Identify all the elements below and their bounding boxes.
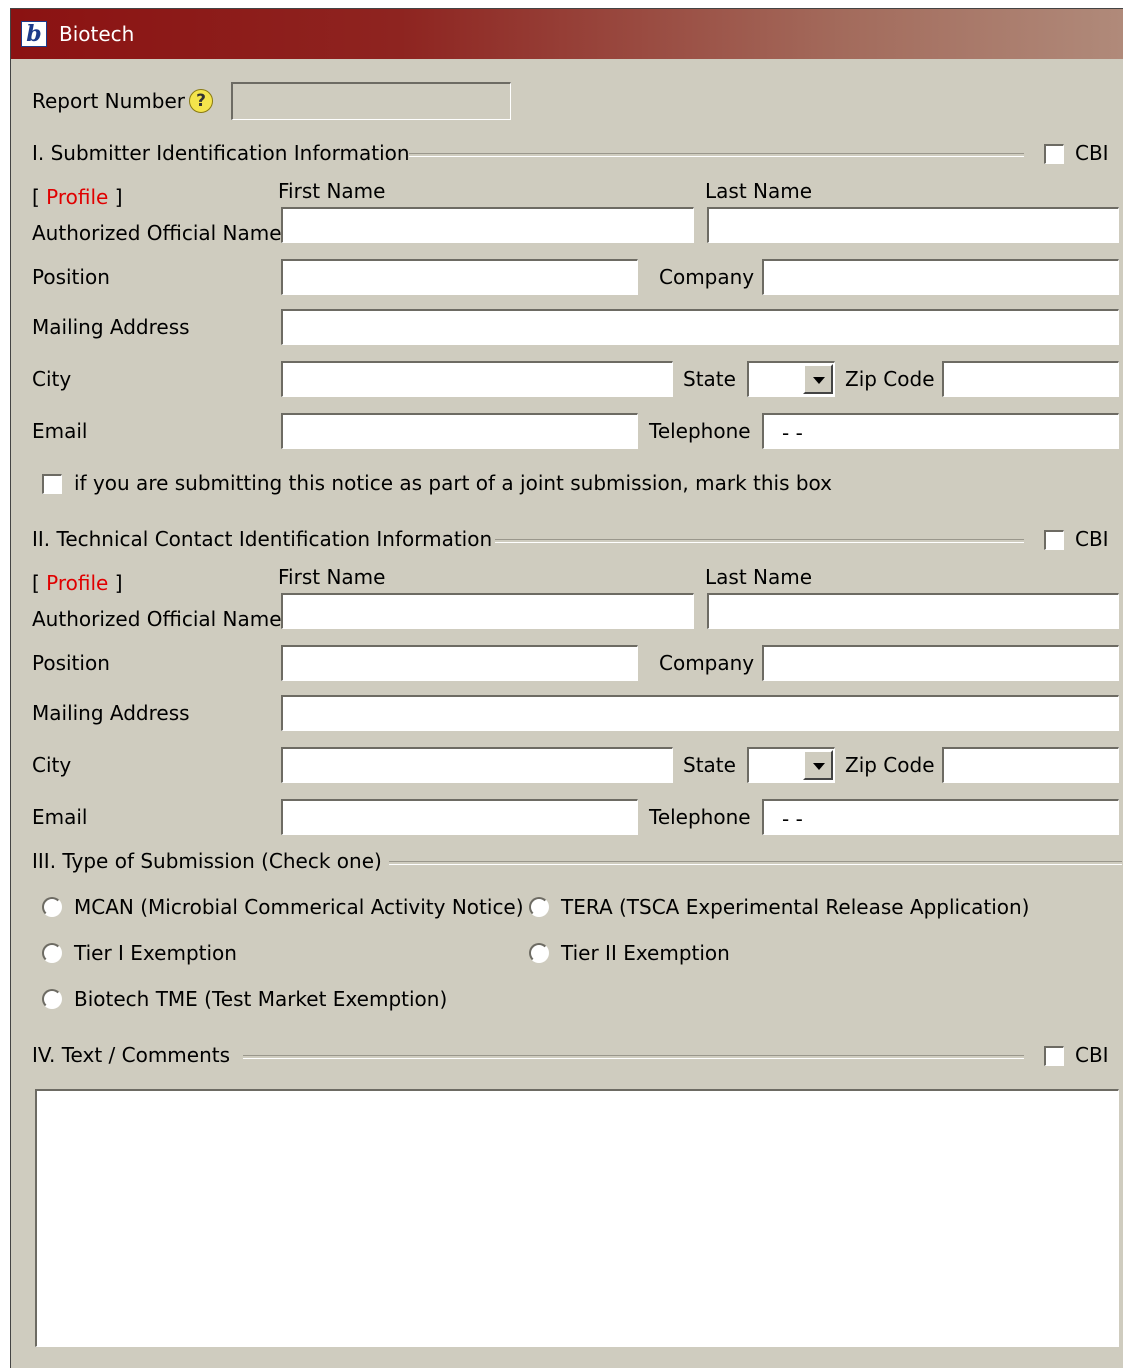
radio-tier-1-label: Tier I Exemption (74, 941, 237, 965)
email-label-1: Email (32, 419, 88, 443)
first-name-label-1: First Name (278, 179, 386, 203)
chevron-down-icon[interactable] (803, 750, 833, 780)
mailing-address-field-2[interactable] (281, 695, 1119, 731)
mailing-address-label-1: Mailing Address (32, 315, 190, 339)
joint-submission-checkbox[interactable] (42, 474, 62, 494)
position-label-2: Position (32, 651, 110, 675)
city-label-1: City (32, 367, 72, 391)
section-1-title: I. Submitter Identification Information (32, 141, 410, 165)
first-name-label-2: First Name (278, 565, 386, 589)
authorized-official-label-2: Authorized Official Name (32, 607, 282, 631)
email-field-2[interactable] (281, 799, 638, 835)
mailing-address-label-2: Mailing Address (32, 701, 190, 725)
section-1-divider (409, 153, 1024, 157)
telephone-label-1: Telephone (649, 419, 751, 443)
bracket-close: ] (114, 185, 123, 209)
section-2-cbi-label: CBI (1075, 527, 1109, 551)
radio-mcan-label: MCAN (Microbial Commerical Activity Noti… (74, 895, 524, 919)
telephone-mask-2: - - (782, 807, 803, 831)
city-field-2[interactable] (281, 747, 673, 783)
radio-tera-label: TERA (TSCA Experimental Release Applicat… (561, 895, 1030, 919)
section-3-divider (389, 861, 1122, 865)
authorized-official-label-1: Authorized Official Name (32, 221, 282, 245)
biotech-logo-icon: b (21, 21, 47, 47)
first-name-field-2[interactable] (281, 593, 694, 629)
zip-code-field-1[interactable] (942, 361, 1119, 397)
profile-link-text[interactable]: Profile (46, 185, 108, 209)
report-number-label: Report Number (32, 89, 185, 113)
telephone-mask-1: - - (782, 421, 803, 445)
position-field-2[interactable] (281, 645, 638, 681)
section-1-cbi-label: CBI (1075, 141, 1109, 165)
state-label-1: State (683, 367, 736, 391)
section-4-title: IV. Text / Comments (32, 1043, 231, 1067)
section-4-cbi-label: CBI (1075, 1043, 1109, 1067)
radio-tier-1[interactable] (42, 943, 62, 963)
profile-link-text[interactable]: Profile (46, 571, 108, 595)
bracket-open: [ (32, 185, 40, 209)
mailing-address-field-1[interactable] (281, 309, 1119, 345)
radio-tera[interactable] (529, 897, 549, 917)
radio-mcan[interactable] (42, 897, 62, 917)
first-name-field-1[interactable] (281, 207, 694, 243)
email-label-2: Email (32, 805, 88, 829)
radio-tier-2[interactable] (529, 943, 549, 963)
window-title: Biotech (59, 22, 135, 46)
company-field-1[interactable] (762, 259, 1119, 295)
email-field-1[interactable] (281, 413, 638, 449)
zip-code-field-2[interactable] (942, 747, 1119, 783)
title-bar: b Biotech (11, 9, 1123, 59)
section-4-divider (243, 1055, 1024, 1059)
last-name-field-2[interactable] (707, 593, 1119, 629)
radio-biotech-tme[interactable] (42, 989, 62, 1009)
telephone-label-2: Telephone (649, 805, 751, 829)
city-field-1[interactable] (281, 361, 673, 397)
company-label-1: Company (659, 265, 755, 289)
report-number-field[interactable] (231, 82, 511, 120)
state-select-2[interactable] (747, 747, 835, 783)
company-label-2: Company (659, 651, 755, 675)
radio-tier-2-label: Tier II Exemption (561, 941, 730, 965)
profile-link-2[interactable]: [ Profile ] (32, 571, 123, 595)
section-1-cbi-checkbox[interactable] (1044, 144, 1064, 164)
last-name-field-1[interactable] (707, 207, 1119, 243)
section-3-title: III. Type of Submission (Check one) (32, 849, 382, 873)
zip-code-label-1: Zip Code (845, 367, 935, 391)
section-2-title: II. Technical Contact Identification Inf… (32, 527, 493, 551)
bracket-open: [ (32, 571, 40, 595)
position-field-1[interactable] (281, 259, 638, 295)
telephone-field-1[interactable]: - - (762, 413, 1119, 449)
company-field-2[interactable] (762, 645, 1119, 681)
comments-textarea[interactable] (35, 1089, 1119, 1347)
section-4-cbi-checkbox[interactable] (1044, 1046, 1064, 1066)
state-select-1[interactable] (747, 361, 835, 397)
joint-submission-label: if you are submitting this notice as par… (74, 471, 833, 495)
biotech-window: b Biotech Report Number ? I. Submitter I… (10, 8, 1123, 1368)
section-2-divider (495, 539, 1024, 543)
position-label-1: Position (32, 265, 110, 289)
last-name-label-2: Last Name (705, 565, 813, 589)
chevron-down-icon[interactable] (803, 364, 833, 394)
help-icon[interactable]: ? (189, 89, 213, 113)
last-name-label-1: Last Name (705, 179, 813, 203)
zip-code-label-2: Zip Code (845, 753, 935, 777)
bracket-close: ] (114, 571, 123, 595)
city-label-2: City (32, 753, 72, 777)
profile-link-1[interactable]: [ Profile ] (32, 185, 123, 209)
radio-biotech-tme-label: Biotech TME (Test Market Exemption) (74, 987, 448, 1011)
telephone-field-2[interactable]: - - (762, 799, 1119, 835)
state-label-2: State (683, 753, 736, 777)
section-2-cbi-checkbox[interactable] (1044, 530, 1064, 550)
